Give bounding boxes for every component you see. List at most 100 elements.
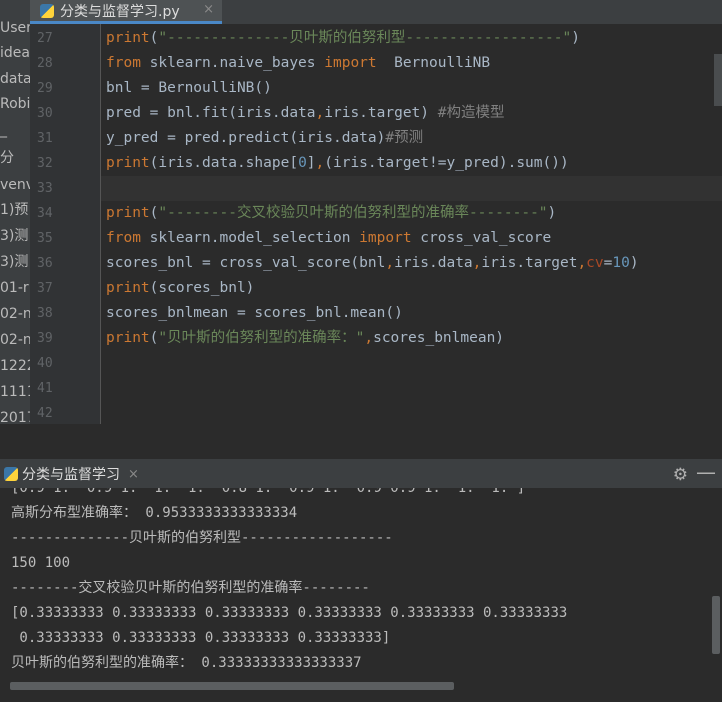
line-number: 33	[37, 181, 53, 196]
console-vertical-scrollbar[interactable]	[712, 596, 720, 654]
code-token: print	[106, 205, 150, 221]
code-token: ,	[364, 330, 374, 346]
editor-scrollbar[interactable]	[714, 54, 722, 106]
code-token: BernoulliNB	[376, 55, 491, 71]
code-token: cv	[586, 255, 604, 271]
code-line: y_pred = pred.predict(iris.data)#预测	[106, 126, 423, 151]
minimize-icon[interactable]: —	[696, 460, 716, 484]
code-token: iris.target	[481, 255, 578, 271]
line-number: 32	[37, 156, 53, 171]
sidebar-item[interactable]: 01-r	[0, 277, 29, 299]
editor-tab-label: 分类与监督学习.py	[60, 3, 180, 20]
line-number: 41	[37, 381, 53, 396]
code-token: scores_bnlmean)	[373, 330, 505, 346]
sidebar-item[interactable]: 1)预	[0, 199, 28, 221]
code-line: from sklearn.naive_bayes import Bernoull…	[106, 51, 490, 76]
sidebar-item[interactable]: 02-n	[0, 303, 30, 325]
sidebar-item[interactable]: idea	[0, 42, 30, 64]
line-number: 40	[37, 356, 53, 371]
sidebar-item[interactable]: 3)测	[0, 251, 28, 273]
code-line: print(iris.data.shape[0],(iris.target!=y…	[106, 151, 569, 176]
current-line-highlight	[101, 176, 722, 201]
code-token: from	[106, 230, 141, 246]
line-number: 34	[37, 206, 53, 221]
code-line: print(scores_bnl)	[106, 276, 254, 301]
code-token: print	[106, 330, 150, 346]
panel-divider[interactable]	[0, 424, 722, 458]
run-tab-close-icon[interactable]: ×	[128, 467, 139, 482]
code-token: ,	[315, 155, 325, 171]
settings-gear-icon[interactable]: ⚙	[673, 465, 688, 485]
console-horizontal-scrollbar[interactable]	[10, 682, 454, 690]
sidebar-item[interactable]: User	[0, 17, 30, 39]
console-line: [0.9 1. 0.9 1. 1. 1. 0.8 1. 0.9 1. 0.9 0…	[11, 488, 526, 496]
code-token: pred = bnl.fit(iris.data	[106, 105, 316, 121]
editor-tab-active[interactable]: 分类与监督学习.py ×	[30, 0, 222, 24]
code-token: ,	[315, 105, 325, 121]
sidebar-item[interactable]: 分	[0, 147, 14, 169]
editor-tab-bar: 分类与监督学习.py ×	[30, 0, 722, 24]
code-token: "贝叶斯的伯努利型的准确率："	[158, 330, 365, 346]
code-token: )	[629, 255, 639, 271]
console-line: 150 100	[11, 555, 71, 571]
code-token: (iris.target!=y_pred).sum())	[324, 155, 569, 171]
python-run-icon	[4, 467, 18, 481]
code-token: from	[106, 55, 141, 71]
code-token: bnl = BernoulliNB()	[106, 80, 272, 96]
line-number: 39	[37, 331, 53, 346]
code-token: ]	[306, 155, 316, 171]
console-line: 贝叶斯的伯努利型的准确率： 0.33333333333333337	[11, 655, 362, 671]
code-token: "--------交叉校验贝叶斯的伯努利型的准确率--------"	[158, 205, 548, 221]
console-line: --------------贝叶斯的伯努利型------------------	[11, 530, 393, 546]
sidebar-item[interactable]: 3)测	[0, 225, 28, 247]
code-line: print("贝叶斯的伯努利型的准确率：",scores_bnlmean)	[106, 326, 504, 351]
code-token: y_pred = pred.predict(iris.data)	[106, 130, 386, 146]
sidebar-item[interactable]: venv	[0, 174, 30, 196]
code-line: scores_bnl = cross_val_score(bnl,iris.da…	[106, 251, 639, 276]
console-line: 高斯分布型准确率： 0.9533333333333334	[11, 505, 298, 521]
code-token: import	[324, 55, 377, 71]
sidebar-item[interactable]: _	[0, 119, 7, 141]
code-token: cross_val_score	[411, 230, 552, 246]
sidebar-item[interactable]: 1111	[0, 381, 30, 403]
line-number: 31	[37, 131, 53, 146]
code-line: bnl = BernoulliNB()	[106, 76, 272, 101]
code-token: #预测	[385, 130, 424, 146]
code-token: 10	[612, 255, 630, 271]
code-token: scores_bnlmean = scores_bnl.mean()	[106, 305, 403, 321]
code-editor[interactable]: 27 print("--------------贝叶斯的伯努利型---------…	[30, 24, 722, 424]
line-number: 36	[37, 256, 53, 271]
sidebar-item[interactable]: Robi	[0, 93, 30, 115]
run-tab[interactable]: 分类与监督学习 ×	[0, 459, 139, 489]
line-number: 37	[37, 281, 53, 296]
code-token: iris.data	[394, 255, 473, 271]
sidebar-item[interactable]: data	[0, 68, 30, 90]
sidebar-item[interactable]: 02-n	[0, 329, 30, 351]
code-token: scores_bnl = cross_val_score(bnl	[106, 255, 386, 271]
code-token: )	[547, 205, 557, 221]
code-token: import	[359, 230, 412, 246]
code-token: print	[106, 280, 150, 296]
sidebar-item[interactable]: 1222	[0, 355, 30, 377]
code-token: "--------------贝叶斯的伯努利型-----------------…	[158, 30, 572, 46]
console-line: --------交叉校验贝叶斯的伯努利型的准确率--------	[11, 580, 370, 596]
code-token: (scores_bnl)	[149, 280, 255, 296]
run-panel-header: 分类与监督学习 × ⚙ —	[0, 458, 722, 489]
line-number: 27	[37, 31, 53, 46]
console-line: 0.33333333 0.33333333 0.33333333 0.33333…	[11, 630, 391, 646]
code-token: sklearn.naive_bayes	[140, 55, 325, 71]
run-console-output[interactable]: [0.9 1. 0.9 1. 1. 1. 0.8 1. 0.9 1. 0.9 0…	[0, 488, 722, 702]
code-token: 0	[298, 155, 307, 171]
code-token: ,	[385, 255, 395, 271]
console-line: [0.33333333 0.33333333 0.33333333 0.3333…	[11, 605, 568, 621]
project-sidebar: User idea data Robi _ 分 venv 1)预 3)测 3)测 01-r 02-n 0…	[0, 0, 30, 458]
python-file-icon	[40, 3, 54, 18]
code-token: #构造模型	[437, 105, 505, 121]
code-token: ,	[577, 255, 587, 271]
code-line: print("--------------贝叶斯的伯努利型-----------…	[106, 26, 580, 51]
code-line: scores_bnlmean = scores_bnl.mean()	[106, 301, 403, 326]
code-token: )	[571, 30, 580, 46]
tab-close-icon[interactable]: ×	[203, 2, 214, 17]
line-number: 35	[37, 231, 53, 246]
code-line: from sklearn.model_selection import cros…	[106, 226, 551, 251]
